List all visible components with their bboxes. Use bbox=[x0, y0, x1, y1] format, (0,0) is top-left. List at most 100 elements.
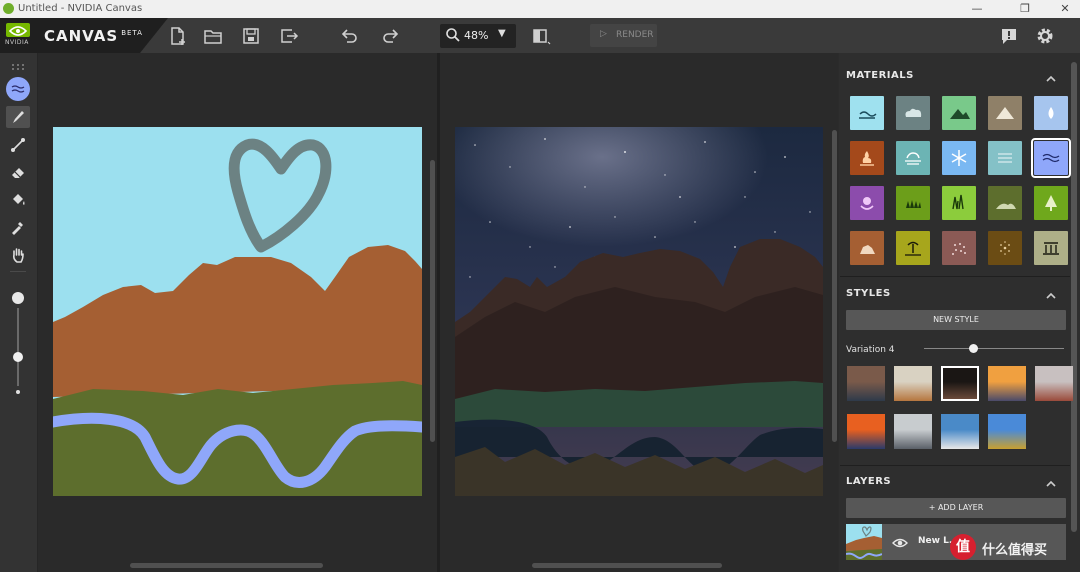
brush-icon[interactable] bbox=[6, 106, 30, 128]
style-thumbnail-snow-peaks[interactable] bbox=[894, 414, 932, 449]
maximize-button[interactable]: ❐ bbox=[1012, 1, 1038, 17]
material-snowy-mountain-button[interactable] bbox=[988, 96, 1022, 130]
add-layer-button[interactable]: + ADD LAYER bbox=[846, 498, 1066, 518]
active-material-swatch[interactable] bbox=[6, 77, 30, 101]
side-panel-scrollbar[interactable] bbox=[1071, 62, 1077, 532]
nvidia-wordmark: NVIDIA bbox=[5, 39, 29, 46]
beach-icon bbox=[905, 241, 921, 256]
materials-separator bbox=[840, 276, 1070, 277]
material-cloud-button[interactable] bbox=[896, 96, 930, 130]
materials-collapse-icon[interactable] bbox=[1044, 71, 1058, 85]
material-water-button[interactable] bbox=[1031, 138, 1071, 178]
zoom-value: 48% bbox=[464, 29, 489, 42]
material-fire-button[interactable] bbox=[850, 141, 884, 175]
brush-size-slider-track[interactable] bbox=[17, 308, 19, 386]
material-gravel-button[interactable] bbox=[942, 231, 976, 265]
styles-collapse-icon[interactable] bbox=[1044, 288, 1058, 302]
variation-label: Variation 4 bbox=[846, 345, 895, 355]
brand-area-edge bbox=[140, 18, 168, 53]
material-rock-button[interactable] bbox=[850, 231, 884, 265]
app-name: CANVAS BETA bbox=[44, 27, 143, 45]
layer-thumbnail bbox=[846, 524, 882, 560]
styles-separator bbox=[840, 465, 1070, 466]
style-thumbnail-cloud-desert[interactable] bbox=[894, 366, 932, 401]
feedback-icon[interactable] bbox=[998, 25, 1020, 47]
style-thumbnail-valley-sunset[interactable] bbox=[988, 366, 1026, 401]
material-flower-button[interactable] bbox=[850, 186, 884, 220]
drag-handle-icon[interactable] bbox=[10, 56, 26, 70]
save-icon[interactable] bbox=[240, 25, 262, 47]
variation-slider-track[interactable] bbox=[924, 348, 1064, 349]
undo-icon[interactable] bbox=[338, 25, 360, 47]
dirt-icon bbox=[1000, 241, 1010, 255]
brush-size-slider-thumb[interactable] bbox=[13, 352, 23, 362]
material-snow-button[interactable] bbox=[942, 141, 976, 175]
material-river-lines-button[interactable] bbox=[988, 141, 1022, 175]
material-fog-button[interactable] bbox=[896, 141, 930, 175]
style-thumbnail-cave-arch[interactable] bbox=[941, 366, 979, 401]
window-title-bar: Untitled - NVIDIA Canvas — ❐ ✕ bbox=[0, 0, 1080, 18]
chevron-down-icon[interactable]: ▼ bbox=[498, 28, 506, 39]
zoom-control[interactable]: 48% ▼ bbox=[440, 24, 516, 48]
split-view-icon[interactable] bbox=[530, 25, 552, 47]
eyedropper-icon[interactable] bbox=[6, 216, 30, 238]
style-thumbnail-ocean-sunset[interactable] bbox=[847, 414, 885, 449]
style-thumbnail-glacier-lake[interactable] bbox=[941, 414, 979, 449]
open-folder-icon[interactable] bbox=[202, 25, 224, 47]
play-icon: ▷ bbox=[600, 29, 607, 39]
tree-icon bbox=[1045, 195, 1057, 211]
eye-visibility-icon[interactable] bbox=[892, 535, 908, 549]
rendered-image bbox=[455, 127, 823, 496]
cloud-icon bbox=[905, 108, 922, 117]
material-building-button[interactable] bbox=[1034, 231, 1068, 265]
grass-icon bbox=[906, 200, 921, 208]
mountain-icon bbox=[950, 109, 970, 119]
materials-grid bbox=[850, 96, 1071, 268]
render-button[interactable]: ▷ RENDER bbox=[590, 24, 657, 47]
material-mountain-button[interactable] bbox=[942, 96, 976, 130]
close-window-button[interactable]: ✕ bbox=[1052, 1, 1078, 17]
water-drop-icon bbox=[1048, 107, 1054, 119]
left-pane-horizontal-scrollbar[interactable] bbox=[130, 563, 323, 568]
export-icon[interactable] bbox=[278, 25, 300, 47]
eraser-icon[interactable] bbox=[6, 161, 30, 183]
style-thumbnail-red-cliffs[interactable] bbox=[1035, 366, 1073, 401]
variation-slider-thumb[interactable] bbox=[969, 344, 978, 353]
right-pane-horizontal-scrollbar[interactable] bbox=[532, 563, 722, 568]
app-name-text: CANVAS bbox=[44, 27, 119, 45]
gear-icon[interactable] bbox=[1034, 25, 1056, 47]
style-thumbnail-rocky-sunset[interactable] bbox=[847, 366, 885, 401]
material-water-drop-button[interactable] bbox=[1034, 96, 1068, 130]
material-sea-button[interactable] bbox=[850, 96, 884, 130]
fire-icon bbox=[860, 151, 874, 166]
styles-grid bbox=[847, 366, 1073, 456]
hand-pan-icon[interactable] bbox=[6, 244, 30, 266]
watermark-logo-icon: 值 bbox=[950, 534, 976, 560]
material-dirt-button[interactable] bbox=[988, 231, 1022, 265]
building-icon bbox=[1043, 242, 1059, 255]
flower-icon bbox=[860, 197, 874, 210]
fill-bucket-icon[interactable] bbox=[6, 188, 30, 210]
window-title: Untitled - NVIDIA Canvas bbox=[18, 3, 143, 14]
material-tree-button[interactable] bbox=[1034, 186, 1068, 220]
layers-collapse-icon[interactable] bbox=[1044, 476, 1058, 490]
fog-icon bbox=[905, 152, 921, 165]
brush-size-max-dot bbox=[12, 292, 24, 304]
layers-title: LAYERS bbox=[846, 476, 892, 487]
water-icon bbox=[1042, 153, 1060, 163]
redo-icon[interactable] bbox=[380, 25, 402, 47]
material-grass-button[interactable] bbox=[896, 186, 930, 220]
minimize-button[interactable]: — bbox=[964, 1, 990, 17]
material-tall-grass-button[interactable] bbox=[942, 186, 976, 220]
right-pane-vertical-scrollbar[interactable] bbox=[832, 130, 837, 442]
left-pane-vertical-scrollbar[interactable] bbox=[430, 160, 435, 442]
style-thumbnail-autumn-valley[interactable] bbox=[988, 414, 1026, 449]
material-beach-button[interactable] bbox=[896, 231, 930, 265]
material-hill-button[interactable] bbox=[988, 186, 1022, 220]
line-tool-icon[interactable] bbox=[6, 134, 30, 156]
hill-icon bbox=[996, 203, 1016, 209]
new-file-icon[interactable] bbox=[166, 25, 188, 47]
tool-divider bbox=[10, 271, 26, 272]
paint-canvas[interactable] bbox=[53, 127, 422, 496]
new-style-button[interactable]: NEW STYLE bbox=[846, 310, 1066, 330]
